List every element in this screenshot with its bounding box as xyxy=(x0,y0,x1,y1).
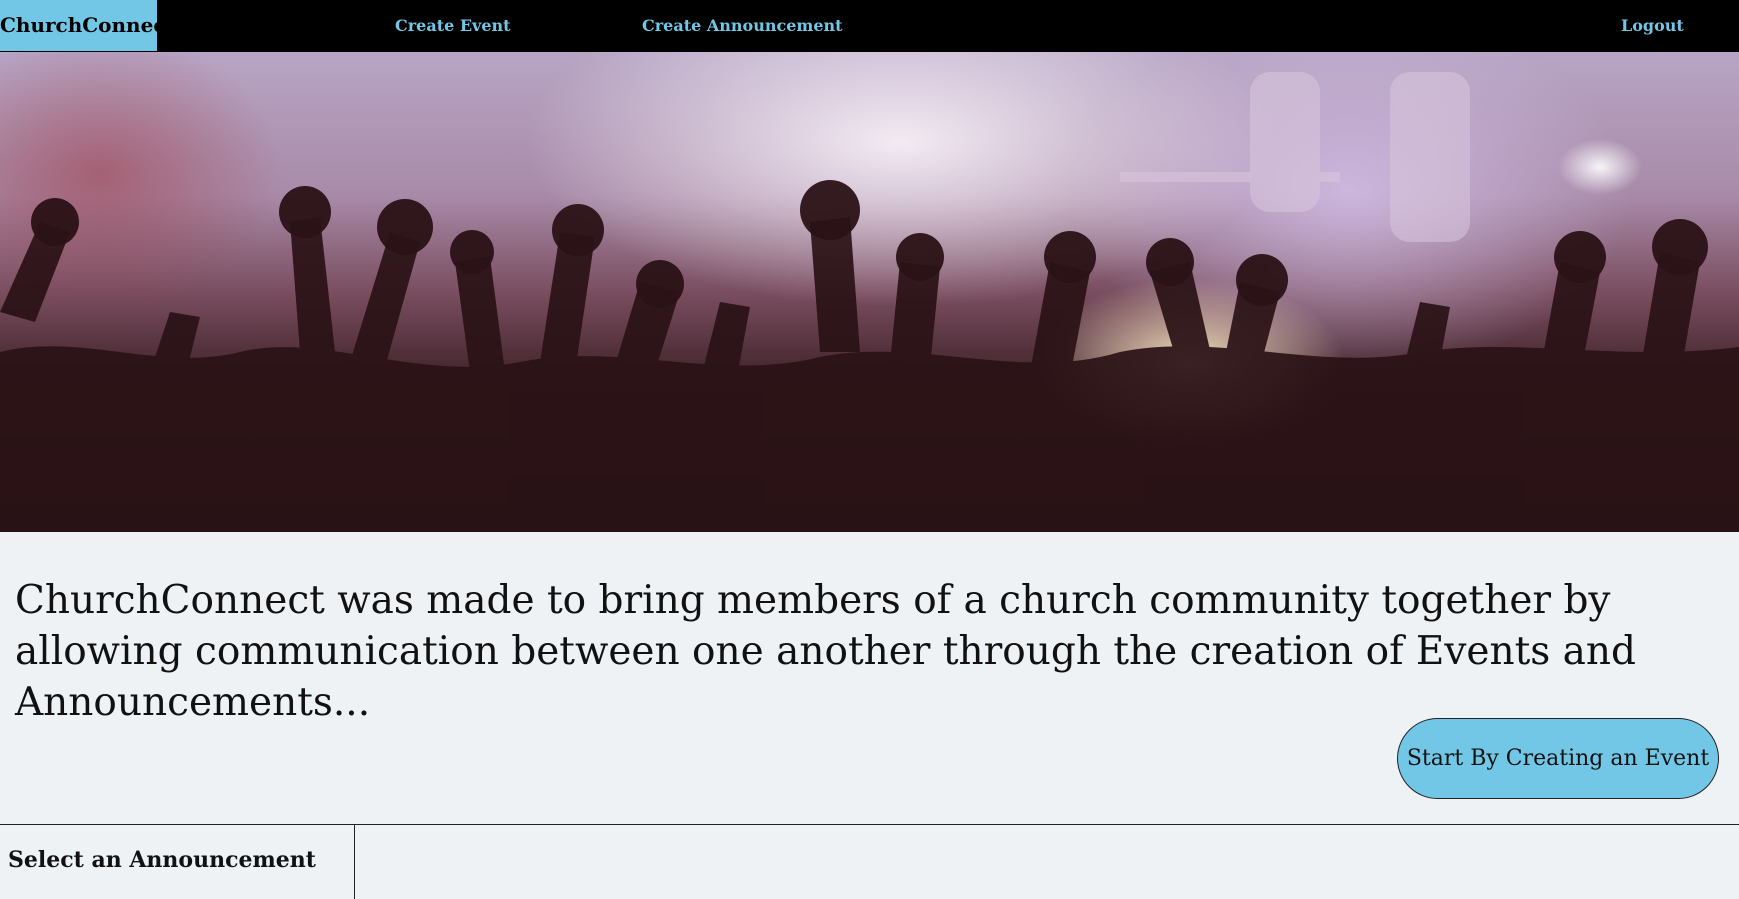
nav-create-announcement-link[interactable]: Create Announcement xyxy=(642,0,843,51)
brand-logo-link[interactable]: ChurchConnect xyxy=(0,0,175,51)
intro-description: ChurchConnect was made to bring members … xyxy=(15,578,1637,725)
hero-banner-image xyxy=(0,52,1739,532)
top-navbar: ChurchConnect Create Event Create Announ… xyxy=(0,0,1739,52)
nav-logout-link[interactable]: Logout xyxy=(1621,0,1684,51)
announcement-list-panel: Select an Announcement xyxy=(0,825,355,899)
start-creating-event-button[interactable]: Start By Creating an Event xyxy=(1397,718,1719,799)
crowd-silhouette-graphic xyxy=(0,72,1739,532)
announcement-panel-title: Select an Announcement xyxy=(8,847,316,873)
nav-create-event-link[interactable]: Create Event xyxy=(395,0,511,51)
